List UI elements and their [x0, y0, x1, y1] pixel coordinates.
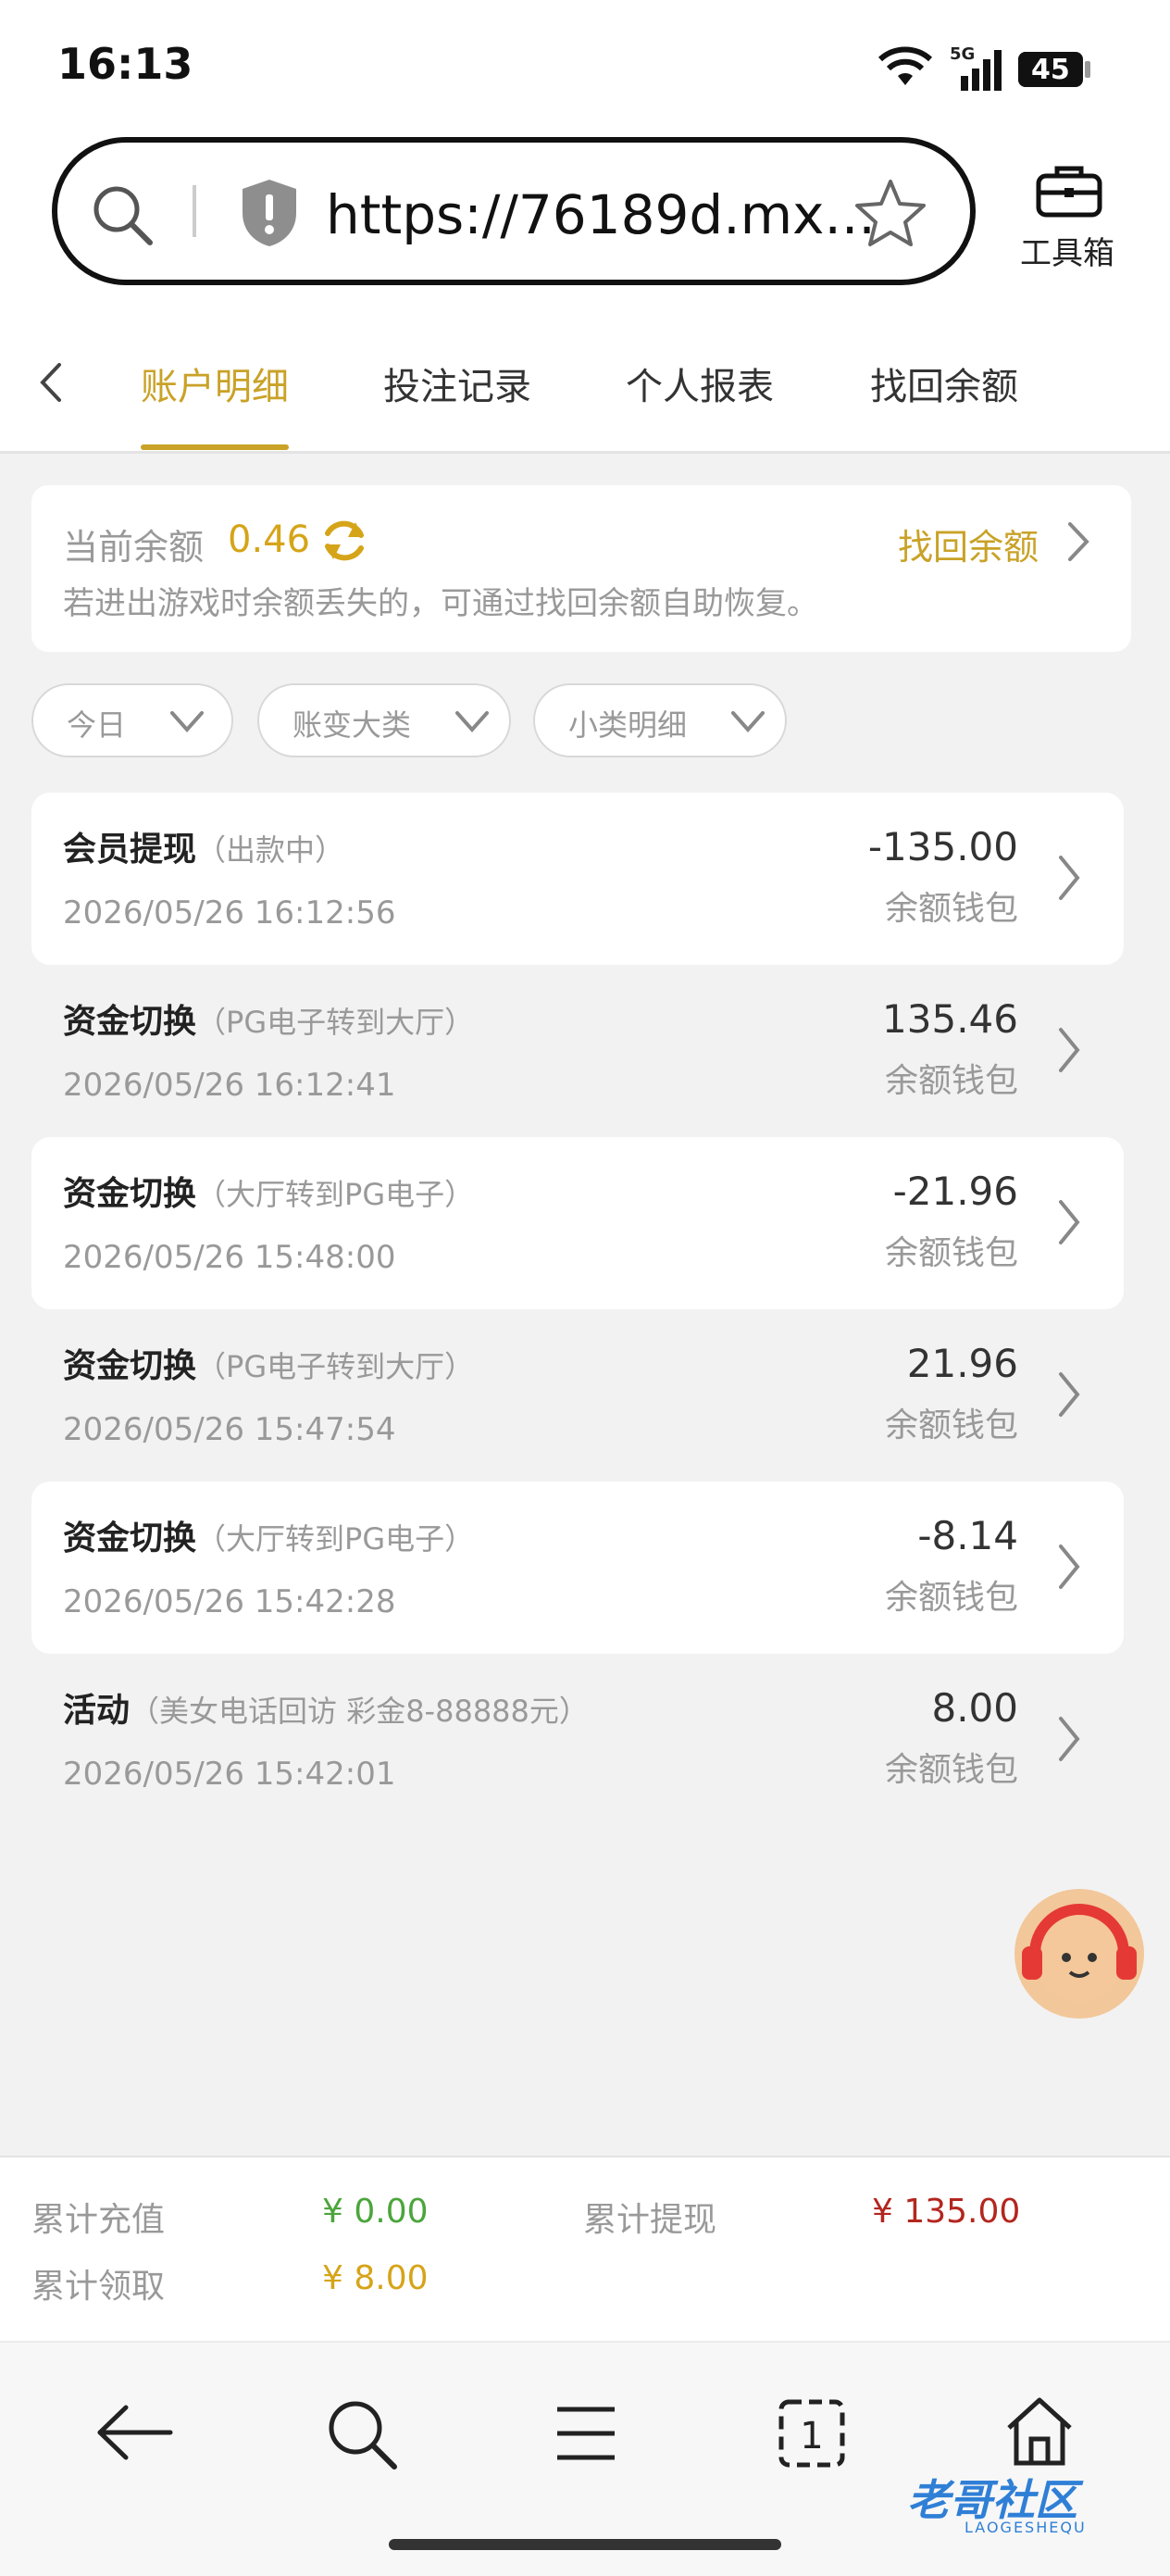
- back-chevron-icon[interactable]: [33, 359, 70, 406]
- transaction-row[interactable]: [31, 1309, 1124, 1482]
- transaction-time: 2026/05/26 15:42:28: [63, 1583, 396, 1620]
- watermark-subtext: LAOGESHEQU: [965, 2519, 1087, 2536]
- home-indicator: [389, 2539, 781, 2550]
- claim-value: ¥ 8.00: [322, 2259, 429, 2297]
- transaction-row[interactable]: [31, 1654, 1124, 1826]
- transaction-detail: （PG电子转到大厅）: [196, 1349, 475, 1384]
- chevron-down-icon: [731, 711, 765, 733]
- headset-icon: [1022, 1904, 1137, 2002]
- filter-date[interactable]: 今日: [31, 683, 233, 757]
- toolbox-label[interactable]: 工具箱: [1020, 228, 1114, 273]
- wifi-icon: [878, 46, 933, 85]
- claim-label: 累计领取: [31, 2268, 166, 2306]
- chevron-down-icon: [455, 711, 489, 733]
- tab-personal-report[interactable]: 个人报表: [626, 356, 774, 410]
- transaction-type: 资金切换: [63, 1175, 197, 1213]
- toolbox-icon[interactable]: [1035, 163, 1103, 219]
- transaction-type: 活动: [63, 1692, 131, 1730]
- signal-icon: [961, 50, 1002, 91]
- recharge-value: ¥ 0.00: [322, 2193, 429, 2231]
- tab-bet-records[interactable]: 投注记录: [383, 356, 531, 410]
- tab-recover-balance[interactable]: 找回余额: [870, 356, 1018, 410]
- chevron-right-icon[interactable]: [1055, 1026, 1083, 1074]
- transaction-wallet: 余额钱包: [884, 1751, 1018, 1789]
- chevron-right-icon[interactable]: [1055, 1370, 1083, 1419]
- status-time: 16:13: [57, 39, 193, 89]
- transaction-detail: （美女电话回访 彩金8-88888元）: [130, 1694, 589, 1729]
- transaction-title: 会员提现（出款中）: [63, 822, 344, 870]
- refresh-icon[interactable]: [318, 515, 370, 567]
- star-bookmark-icon[interactable]: [853, 176, 927, 248]
- transaction-time: 2026/05/26 15:47:54: [63, 1411, 396, 1448]
- transaction-amount: -21.96: [892, 1169, 1018, 1214]
- transaction-amount: -135.00: [867, 824, 1018, 869]
- search-icon[interactable]: [89, 181, 156, 248]
- transaction-detail: （PG电子转到大厅）: [196, 1005, 475, 1040]
- transaction-time: 2026/05/26 16:12:56: [63, 894, 396, 932]
- transaction-detail: （出款中）: [196, 832, 345, 868]
- transaction-title: 资金切换（大厅转到PG电子）: [63, 1511, 474, 1559]
- transaction-row[interactable]: [31, 1137, 1124, 1309]
- transaction-wallet: 余额钱包: [884, 890, 1018, 928]
- filter-subcategory[interactable]: 小类明细: [533, 683, 787, 757]
- address-divider: [193, 185, 196, 237]
- transaction-type: 资金切换: [63, 1003, 197, 1041]
- chevron-right-icon[interactable]: [1064, 520, 1092, 563]
- transaction-wallet: 余额钱包: [884, 1579, 1018, 1617]
- transaction-amount: 8.00: [931, 1685, 1018, 1731]
- transaction-amount: 135.46: [882, 996, 1018, 1042]
- transaction-time: 2026/05/26 15:48:00: [63, 1239, 396, 1276]
- customer-service-avatar[interactable]: [1014, 1889, 1144, 2019]
- filter-subcategory-label: 小类明细: [568, 707, 688, 743]
- transaction-type: 资金切换: [63, 1347, 197, 1385]
- transaction-title: 资金切换（PG电子转到大厅）: [63, 1339, 474, 1387]
- filter-category-label: 账变大类: [292, 707, 412, 743]
- shield-icon[interactable]: [237, 176, 302, 250]
- back-arrow-icon[interactable]: [93, 2400, 176, 2465]
- transaction-detail: （大厅转到PG电子）: [196, 1521, 475, 1557]
- transaction-time: 2026/05/26 16:12:41: [63, 1067, 396, 1104]
- battery-level: 45: [1031, 54, 1070, 86]
- transaction-amount: -8.14: [917, 1513, 1018, 1558]
- withdraw-label: 累计提现: [583, 2201, 717, 2239]
- tabs-count-icon[interactable]: 1: [778, 2398, 846, 2469]
- url-text[interactable]: https://76189d.mx...: [326, 183, 876, 246]
- filter-category[interactable]: 账变大类: [257, 683, 511, 757]
- transaction-title: 活动（美女电话回访 彩金8-88888元）: [63, 1683, 589, 1732]
- recover-balance-link[interactable]: 找回余额: [898, 519, 1039, 569]
- balance-label: 当前余额: [63, 527, 205, 568]
- search-icon[interactable]: [324, 2396, 398, 2470]
- svg-text:1: 1: [800, 2415, 823, 2457]
- menu-icon[interactable]: [554, 2404, 618, 2463]
- chevron-right-icon[interactable]: [1055, 1543, 1083, 1591]
- transaction-wallet: 余额钱包: [884, 1234, 1018, 1272]
- transaction-row[interactable]: [31, 793, 1124, 965]
- chevron-right-icon[interactable]: [1055, 854, 1083, 902]
- balance-note: 若进出游戏时余额丢失的，可通过找回余额自助恢复。: [63, 585, 818, 622]
- transaction-time: 2026/05/26 15:42:01: [63, 1756, 396, 1793]
- active-tab-indicator: [141, 444, 289, 450]
- balance-value: 0.46: [228, 519, 311, 561]
- transaction-title: 资金切换（PG电子转到大厅）: [63, 994, 474, 1043]
- chevron-down-icon: [170, 711, 204, 733]
- transaction-wallet: 余额钱包: [884, 1062, 1018, 1100]
- chevron-right-icon[interactable]: [1055, 1715, 1083, 1763]
- withdraw-value: ¥ 135.00: [872, 2193, 1021, 2231]
- filter-date-label: 今日: [67, 707, 127, 743]
- transaction-detail: （大厅转到PG电子）: [196, 1177, 475, 1212]
- recharge-label: 累计充值: [31, 2201, 166, 2239]
- summary-panel: [0, 2156, 1170, 2343]
- tab-account-details[interactable]: 账户明细: [141, 356, 289, 410]
- transaction-type: 会员提现: [63, 831, 197, 869]
- transaction-type: 资金切换: [63, 1519, 197, 1557]
- home-icon[interactable]: [1003, 2395, 1076, 2469]
- transaction-title: 资金切换（大厅转到PG电子）: [63, 1167, 474, 1215]
- transaction-amount: 21.96: [906, 1341, 1018, 1386]
- transaction-wallet: 余额钱包: [884, 1407, 1018, 1444]
- battery-icon: 45: [1018, 52, 1083, 87]
- transaction-row[interactable]: [31, 965, 1124, 1137]
- transaction-row[interactable]: [31, 1482, 1124, 1654]
- chevron-right-icon[interactable]: [1055, 1198, 1083, 1246]
